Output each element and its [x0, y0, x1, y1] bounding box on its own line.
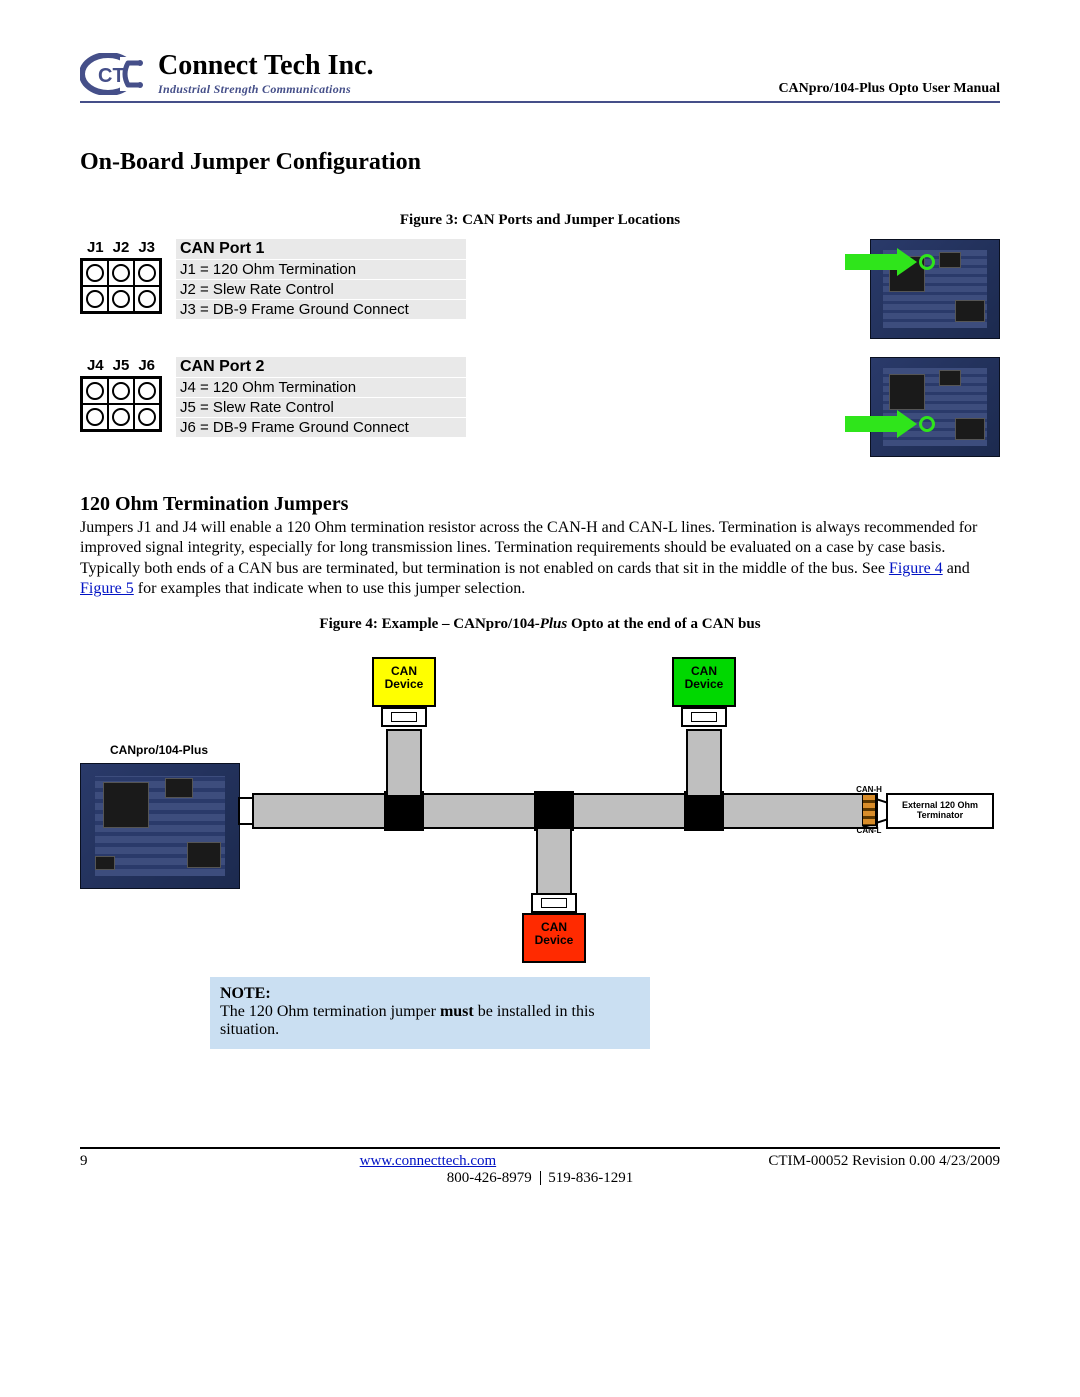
port2-line: J6 = DB-9 Frame Ground Connect [176, 418, 466, 437]
note-box: NOTE: The 120 Ohm termination jumper mus… [210, 977, 650, 1049]
note-body: The 120 Ohm termination jumper must be i… [220, 1003, 640, 1039]
caption-text: Plus [540, 616, 568, 632]
page-footer: 9 www.connecttech.com CTIM-00052 Revisio… [80, 1147, 1000, 1187]
body-text: Jumpers J1 and J4 will enable a 120 Ohm … [80, 519, 977, 577]
jumper-label: J4 [87, 357, 104, 374]
bus-stub-icon [536, 827, 572, 895]
port1-title: CAN Port 1 [176, 239, 466, 259]
body-text: and [943, 560, 970, 577]
device-label: CAN [391, 664, 417, 678]
canh-label: CAN-H [856, 785, 882, 794]
subsection-heading: 120 Ohm Termination Jumpers [80, 493, 1000, 516]
figure-4-link[interactable]: Figure 4 [889, 560, 943, 577]
port1-line: J2 = Slew Rate Control [176, 280, 466, 299]
device-label: CAN [691, 664, 717, 678]
jumper-label: J3 [138, 239, 155, 256]
jumper-block-port1: J1 J2 J3 [80, 239, 162, 314]
logo-icon: CT [80, 53, 150, 95]
port2-description: CAN Port 2 J4 = 120 Ohm Termination J5 =… [176, 357, 466, 437]
resistor-icon: CAN-H CAN-L [856, 785, 882, 837]
note-text: must [440, 1003, 474, 1020]
body-text: for examples that indicate when to use t… [134, 580, 525, 597]
connector-icon [681, 707, 727, 727]
bus-stub-icon [686, 729, 722, 797]
connector-icon [531, 893, 577, 913]
port1-description: CAN Port 1 J1 = 120 Ohm Termination J2 =… [176, 239, 466, 319]
svg-text:CT: CT [98, 65, 125, 87]
brand-tagline: Industrial Strength Communications [158, 82, 373, 97]
footer-revision: CTIM-00052 Revision 0.00 4/23/2009 [768, 1153, 1000, 1170]
bus-hub-icon [384, 791, 424, 831]
device-label: Device [385, 677, 424, 691]
jumper-label: J6 [138, 357, 155, 374]
can-device-green: CAN Device [672, 657, 736, 707]
brand-name: Connect Tech Inc. [158, 50, 373, 82]
port1-line: J1 = 120 Ohm Termination [176, 260, 466, 279]
termination-body: Jumpers J1 and J4 will enable a 120 Ohm … [80, 518, 1000, 600]
section-heading: On-Board Jumper Configuration [80, 149, 1000, 176]
footer-phone: 800-426-8979 [447, 1170, 532, 1186]
page-header: CT Connect Tech Inc. Industrial Strength… [80, 50, 1000, 103]
device-label: Device [535, 933, 574, 947]
figure-3-caption: Figure 3: CAN Ports and Jumper Locations [80, 212, 1000, 229]
bus-hub-icon [534, 791, 574, 831]
footer-phone: 519-836-1291 [548, 1170, 633, 1186]
jumper-block-port2: J4 J5 J6 [80, 357, 162, 432]
bus-stub-icon [386, 729, 422, 797]
page-number: 9 [80, 1153, 88, 1170]
brand-block: CT Connect Tech Inc. Industrial Strength… [80, 50, 373, 97]
jumper-label: J2 [113, 239, 130, 256]
figure-5-link[interactable]: Figure 5 [80, 580, 134, 597]
can-device-yellow: CAN Device [372, 657, 436, 707]
jumper-label: J1 [87, 239, 104, 256]
footer-url-link[interactable]: www.connecttech.com [360, 1153, 496, 1170]
port2-title: CAN Port 2 [176, 357, 466, 377]
device-label: CAN [541, 920, 567, 934]
figure-3: J1 J2 J3 CAN Port 1 J1 = 120 Ohm Termina… [80, 239, 1000, 457]
jumper-label: J5 [113, 357, 130, 374]
canpro-board-icon [80, 763, 240, 889]
figure-4-caption: Figure 4: Example – CANpro/104-Plus Opto… [80, 616, 1000, 633]
canl-label: CAN-L [857, 826, 882, 835]
figure-4-diagram: CANpro/104-Plus CAN Device CAN Device CA… [80, 643, 1000, 953]
caption-text: Opto at the end of a CAN bus [567, 616, 760, 632]
can-device-red: CAN Device [522, 913, 586, 963]
document-title: CANpro/104-Plus Opto User Manual [778, 81, 1000, 97]
device-label: Device [685, 677, 724, 691]
bus-hub-icon [684, 791, 724, 831]
board-label: CANpro/104-Plus [110, 743, 208, 757]
port1-line: J3 = DB-9 Frame Ground Connect [176, 300, 466, 319]
board-thumbnail-port1 [870, 239, 1000, 339]
board-thumbnail-port2 [870, 357, 1000, 457]
connector-icon [381, 707, 427, 727]
caption-text: Figure 4: Example – CANpro/104- [319, 616, 539, 632]
port2-line: J4 = 120 Ohm Termination [176, 378, 466, 397]
external-terminator-label: External 120 Ohm Terminator [886, 793, 994, 829]
port2-line: J5 = Slew Rate Control [176, 398, 466, 417]
note-text: The 120 Ohm termination jumper [220, 1003, 440, 1020]
note-heading: NOTE: [220, 985, 640, 1003]
